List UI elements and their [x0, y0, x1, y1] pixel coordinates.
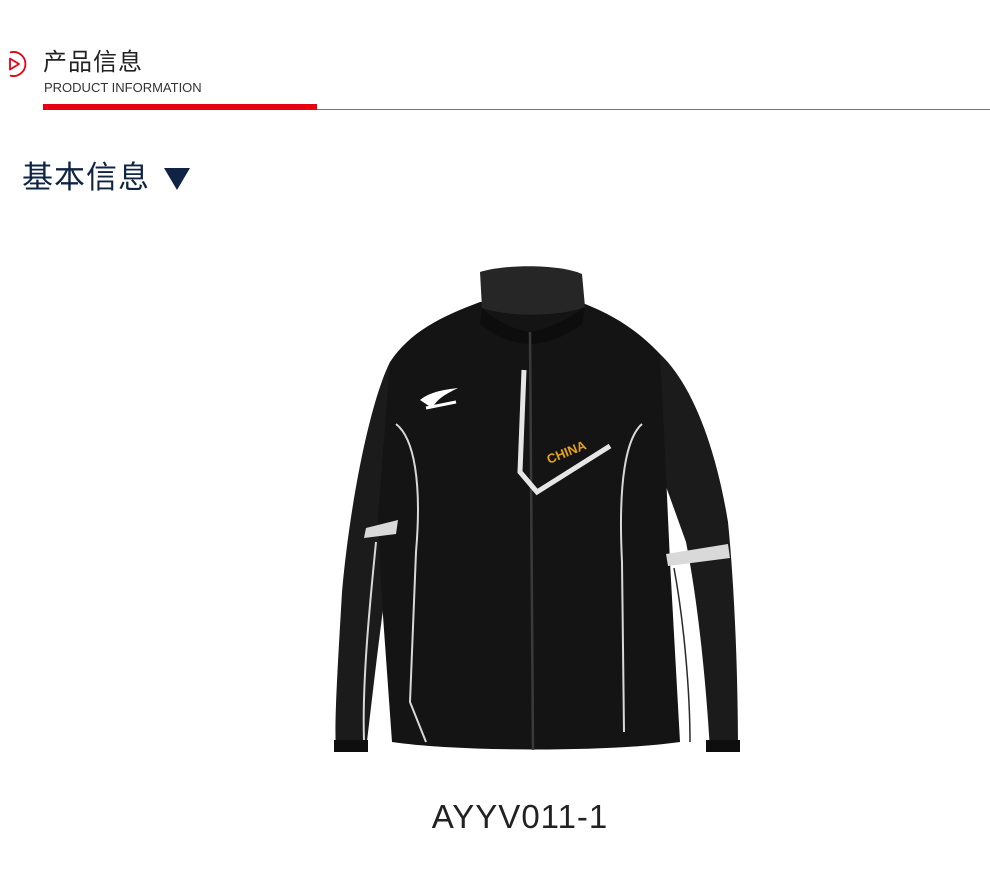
triangle-down-icon — [164, 168, 190, 190]
header-divider-line — [317, 109, 990, 110]
section-title-label: 基本信息 — [22, 160, 150, 196]
play-circle-icon — [9, 51, 27, 77]
product-info-header: 产品信息 PRODUCT INFORMATION — [0, 0, 990, 115]
header-title-cn: 产品信息 — [43, 48, 143, 76]
black-jacket-image: CHINA — [334, 266, 740, 752]
basic-info-section-title[interactable]: 基本信息 — [22, 158, 190, 198]
product-code: AYYV011-1 — [431, 798, 609, 835]
header-accent-rule — [43, 104, 317, 110]
header-title-en: PRODUCT INFORMATION — [44, 80, 202, 95]
